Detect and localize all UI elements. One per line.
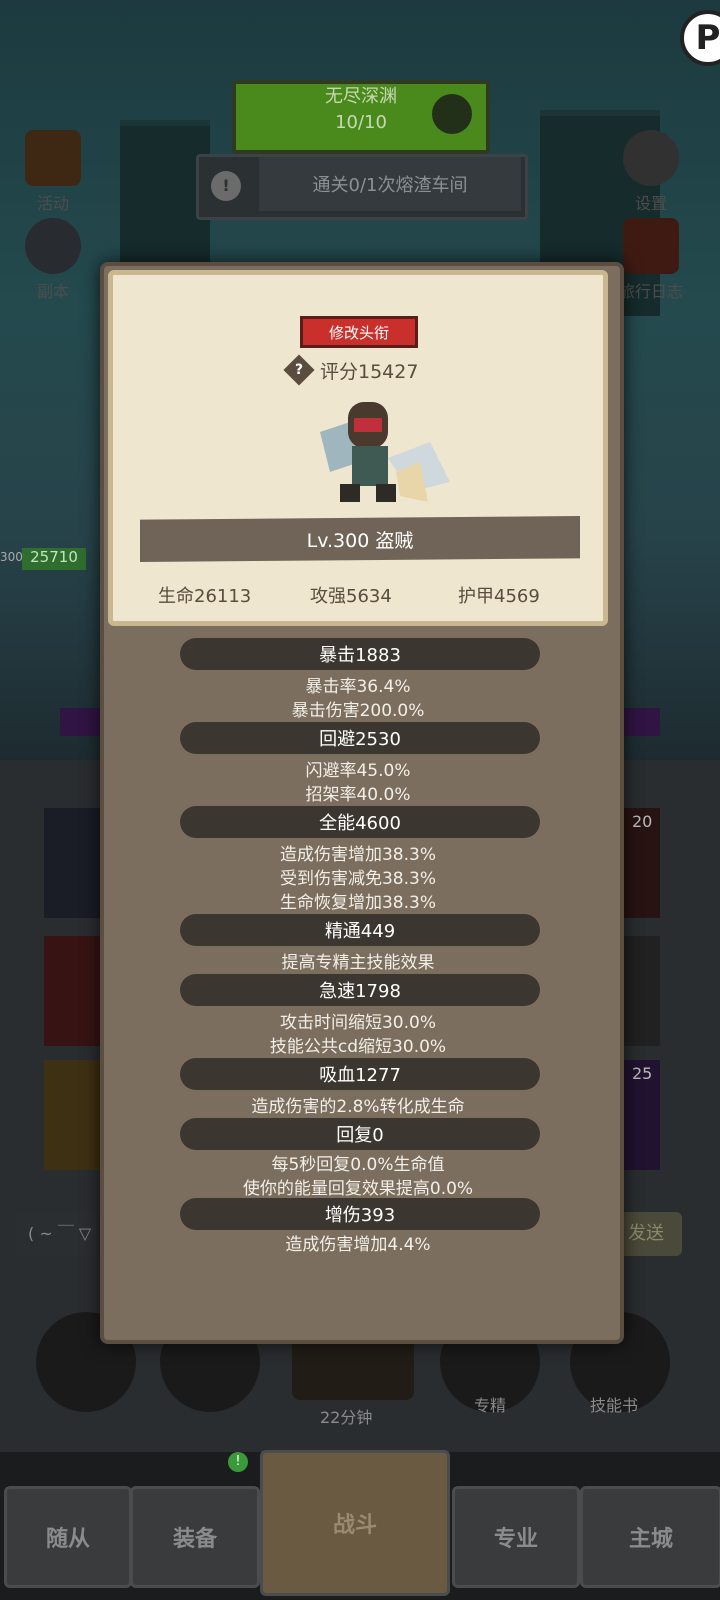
gear-icon	[623, 130, 679, 186]
slot-count: 20	[632, 812, 653, 831]
settings-label: 设置	[634, 194, 667, 213]
dungeon-label: 副本	[36, 282, 69, 301]
help-icon[interactable]: ?	[283, 354, 315, 386]
book-icon	[623, 218, 679, 274]
stat-line: 暴击率36.4%	[305, 677, 411, 697]
tab-battle[interactable]: 战斗	[260, 1450, 450, 1596]
notification-badge: !	[228, 1452, 248, 1472]
stat-line: 提高专精主技能效果	[281, 953, 435, 973]
tab-main-city[interactable]: 主城	[580, 1486, 720, 1588]
skill-book-label: 技能书	[590, 1396, 639, 1415]
chat-input[interactable]: ( ~ ￣ ▽	[16, 1212, 98, 1256]
equipment-slot[interactable]	[44, 808, 100, 918]
activity-button[interactable]: 活动	[18, 130, 88, 214]
hp-prefix: 300	[0, 550, 23, 564]
stat-line: 招架率40.0%	[305, 785, 411, 805]
quest-text: 通关0/1次熔渣车间	[259, 157, 521, 211]
stat-header-haste: 急速1798	[180, 974, 540, 1006]
stat-line: 技能公共cd缩短30.0%	[269, 1037, 447, 1057]
stat-line: 受到伤害减免38.3%	[279, 869, 436, 889]
hp-value: 25710	[22, 548, 86, 570]
rename-title-button[interactable]: 修改头衔	[300, 316, 418, 348]
tab-profession[interactable]: 专业	[452, 1486, 580, 1588]
slot-count: 25	[632, 1064, 653, 1083]
stat-health: 生命26113	[158, 586, 252, 607]
stat-line: 造成伤害增加4.4%	[285, 1235, 431, 1255]
settings-button[interactable]: 设置	[616, 130, 686, 214]
character-avatar	[320, 402, 450, 502]
stat-header-damage-bonus: 增伤393	[180, 1198, 540, 1230]
stat-line: 每5秒回复0.0%生命值	[271, 1155, 445, 1175]
stat-header-lifesteal: 吸血1277	[180, 1058, 540, 1090]
stat-header-regen: 回复0	[180, 1118, 540, 1150]
stat-header-crit: 暴击1883	[180, 638, 540, 670]
dungeon-icon	[25, 218, 81, 274]
stat-line: 生命恢复增加38.3%	[279, 893, 436, 913]
stat-header-versatility: 全能4600	[180, 806, 540, 838]
stat-line: 造成伤害的2.8%转化成生命	[251, 1097, 465, 1117]
stat-line: 造成伤害增加38.3%	[279, 845, 436, 865]
travel-log-label: 旅行日志	[618, 282, 683, 301]
stat-line: 闪避率45.0%	[305, 761, 411, 781]
stat-line: 攻击时间缩短30.0%	[279, 1013, 436, 1033]
tab-equipment[interactable]: 装备	[130, 1486, 260, 1588]
refresh-icon[interactable]	[432, 94, 472, 134]
tab-followers[interactable]: 随从	[4, 1486, 132, 1588]
chest-timer: 22分钟	[320, 1408, 373, 1427]
specialize-label: 专精	[474, 1396, 507, 1415]
activity-label: 活动	[36, 194, 69, 213]
stat-attack-power: 攻强5634	[310, 586, 392, 607]
stat-header-avoidance: 回避2530	[180, 722, 540, 754]
stat-line: 暴击伤害200.0%	[291, 701, 425, 721]
equipment-slot[interactable]	[44, 1060, 100, 1170]
stat-header-mastery: 精通449	[180, 914, 540, 946]
alert-icon: !	[211, 171, 241, 201]
equipment-slot[interactable]	[44, 936, 100, 1046]
activity-icon	[25, 130, 81, 186]
score-row: ? 评分15427	[283, 352, 419, 388]
quest-tracker[interactable]: ! 通关0/1次熔渣车间	[196, 154, 528, 220]
score-label: 评分15427	[320, 360, 419, 383]
stat-armor: 护甲4569	[458, 586, 540, 607]
stat-line: 使你的能量回复效果提高0.0%	[242, 1179, 474, 1199]
level-class-banner: Lv.300 盗贼	[140, 516, 580, 562]
dungeon-button[interactable]: 副本	[18, 218, 88, 302]
abyss-progress-box[interactable]: 无尽深渊 10/10	[232, 80, 490, 154]
